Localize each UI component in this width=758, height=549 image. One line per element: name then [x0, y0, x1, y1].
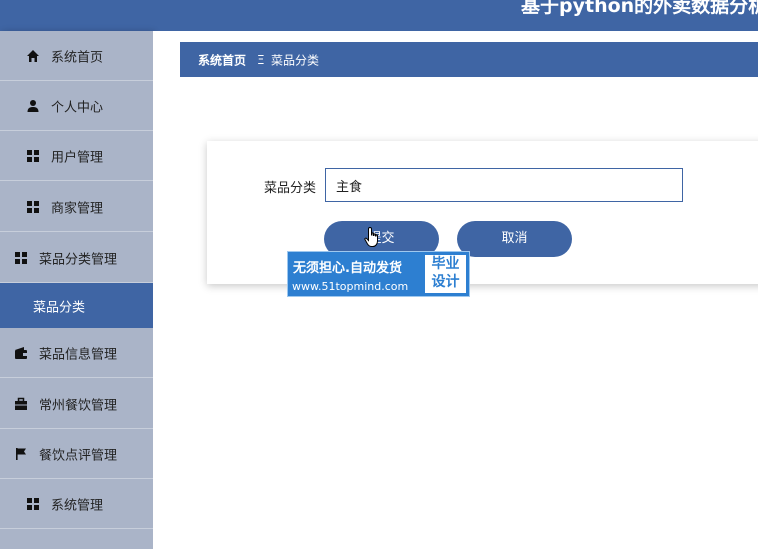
- sidebar-item-profile[interactable]: 个人中心: [0, 81, 153, 131]
- watermark-url: www.51topmind.com: [292, 280, 409, 293]
- watermark-slogan: 无须担心.自动发货: [293, 261, 402, 276]
- grid-icon: [26, 200, 40, 214]
- breadcrumb-home-link[interactable]: 系统首页: [198, 51, 246, 68]
- sidebar-item-dish-category[interactable]: 菜品分类: [0, 283, 153, 328]
- app-title: 基于python的外卖数据分析: [521, 0, 758, 17]
- sidebar-item-home[interactable]: 系统首页: [0, 31, 153, 81]
- sidebar-item-label: 系统管理: [51, 498, 104, 513]
- sidebar-item-label: 菜品信息管理: [39, 347, 118, 362]
- sidebar-item-users[interactable]: 用户管理: [0, 131, 153, 181]
- watermark-badge-line1: 毕业: [431, 256, 460, 272]
- sidebar-item-label: 用户管理: [51, 150, 104, 165]
- home-icon: [26, 49, 40, 63]
- briefcase-icon: [14, 397, 28, 411]
- hand-pointer-cursor-icon: [364, 226, 382, 248]
- category-field-label: 菜品分类: [264, 181, 317, 196]
- grid-icon: [26, 497, 40, 511]
- sidebar-item-changzhou-catering[interactable]: 常州餐饮管理: [0, 379, 153, 429]
- sidebar: 系统首页 个人中心 用户管理 商家管理 菜品分类管理 菜品分类 菜品信息管理 常…: [0, 31, 153, 549]
- sidebar-item-system[interactable]: 系统管理: [0, 479, 153, 529]
- cancel-button[interactable]: 取消: [457, 221, 572, 257]
- sidebar-item-merchants[interactable]: 商家管理: [0, 182, 153, 232]
- sidebar-item-dish-category-management[interactable]: 菜品分类管理: [0, 233, 153, 283]
- sidebar-item-label: 餐饮点评管理: [39, 448, 118, 463]
- watermark-banner: 无须担心.自动发货 www.51topmind.com 毕业 设计: [287, 251, 470, 297]
- wallet-icon: [14, 346, 28, 360]
- sidebar-item-dish-info-management[interactable]: 菜品信息管理: [0, 328, 153, 378]
- sidebar-item-label: 个人中心: [51, 100, 104, 115]
- sidebar-item-label: 菜品分类: [33, 300, 86, 315]
- flag-icon: [14, 447, 28, 461]
- watermark-badge-line2: 设计: [431, 274, 460, 290]
- breadcrumb-separator: Ξ: [257, 52, 265, 67]
- watermark-badge: 毕业 设计: [425, 255, 466, 293]
- grid-icon: [26, 149, 40, 163]
- sidebar-item-reviews[interactable]: 餐饮点评管理: [0, 429, 153, 479]
- grid-icon: [14, 251, 28, 265]
- sidebar-item-label: 系统首页: [51, 50, 104, 65]
- user-icon: [26, 99, 40, 113]
- sidebar-item-label: 商家管理: [51, 201, 104, 216]
- breadcrumb: 系统首页 Ξ 菜品分类: [180, 42, 758, 77]
- sidebar-item-label: 常州餐饮管理: [39, 398, 118, 413]
- sidebar-item-label: 菜品分类管理: [39, 252, 118, 267]
- breadcrumb-current: 菜品分类: [271, 53, 320, 67]
- top-header-bar: 基于python的外卖数据分析: [0, 0, 758, 31]
- category-input[interactable]: [325, 168, 683, 202]
